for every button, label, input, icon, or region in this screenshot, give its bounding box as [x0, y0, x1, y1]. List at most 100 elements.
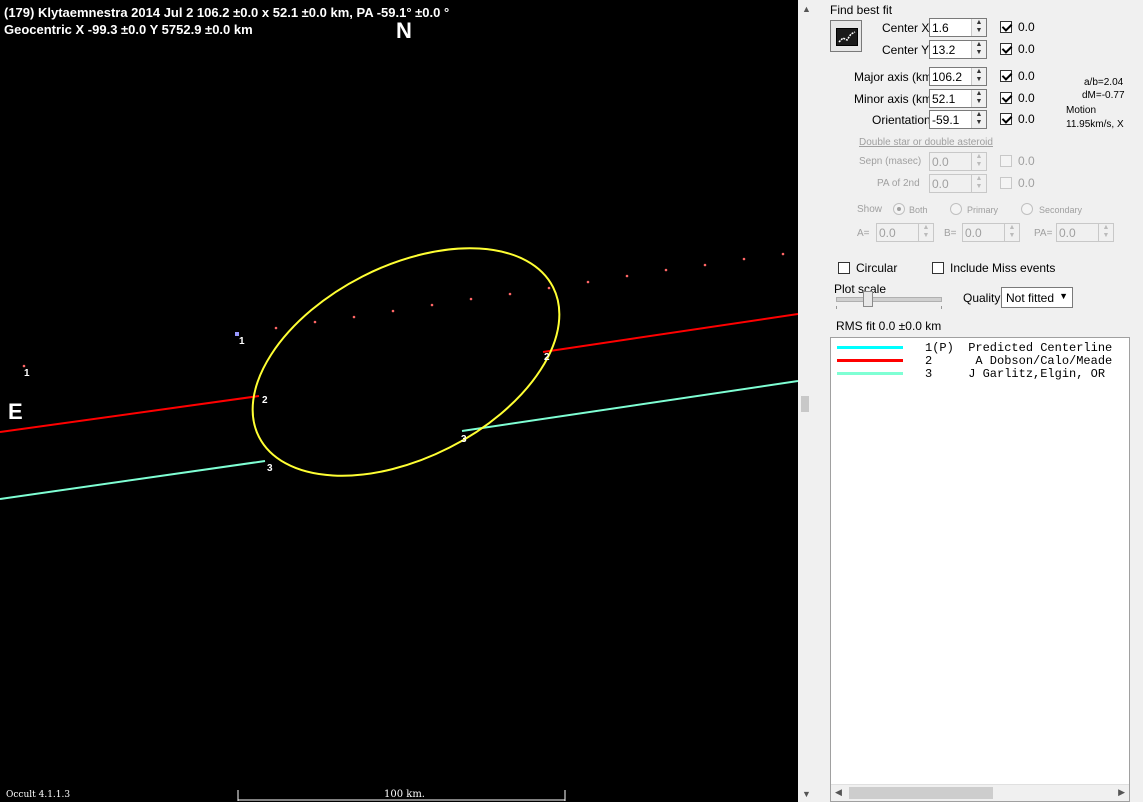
scroll-left-icon[interactable]: ◀ — [835, 787, 842, 798]
vertical-scrollbar[interactable]: ▲ ▼ — [798, 0, 816, 802]
major-axis-spinner[interactable]: ▲ ▼ — [971, 68, 986, 85]
occultation-plot[interactable]: (179) Klytaemnestra 2014 Jul 2 106.2 ±0.… — [0, 0, 798, 802]
pa-input[interactable]: 0.0 ▲ ▼ — [1056, 223, 1114, 242]
pa-2nd-input[interactable]: 0.0 ▲ ▼ — [929, 174, 987, 193]
show-label: Show — [857, 204, 883, 215]
center-x-spinner[interactable]: ▲ ▼ — [971, 19, 986, 36]
plot-canvas — [0, 247, 798, 801]
sepn-input[interactable]: 0.0 ▲ ▼ — [929, 152, 987, 171]
chevron-down-icon: ▼ — [1059, 291, 1068, 301]
chord-red — [0, 395, 260, 433]
fit-icon — [836, 28, 858, 46]
b-spinner[interactable]: ▲ ▼ — [1004, 224, 1019, 241]
pa-2nd-spinner[interactable]: ▲ ▼ — [971, 175, 986, 192]
path-dot — [586, 280, 590, 284]
orientation-label: Orientation — [872, 113, 931, 127]
east-label: E — [8, 399, 23, 424]
chord-cyan — [0, 460, 266, 500]
pa-2nd-label: PA of 2nd — [877, 178, 920, 189]
show-secondary-radio[interactable] — [1021, 203, 1033, 215]
circular-checkbox[interactable] — [838, 262, 850, 274]
circular-label: Circular — [856, 261, 898, 275]
horizontal-scrollbar[interactable]: ◀ ▶ — [831, 784, 1129, 801]
list-item[interactable]: 1(P) Predicted Centerline — [837, 341, 1129, 355]
minor-axis-input[interactable]: 52.1 ▲ ▼ — [929, 89, 987, 108]
hscroll-thumb[interactable] — [849, 787, 993, 799]
major-axis-label: Major axis (km) — [854, 70, 937, 84]
pa-2nd-checkbox[interactable] — [1000, 177, 1012, 189]
plot-scale-ticks — [836, 306, 942, 309]
list-item[interactable]: 2 A Dobson/Calo/Meade — [837, 354, 1129, 368]
motion-label: Motion — [1066, 105, 1097, 116]
plot-scale-thumb[interactable] — [863, 291, 873, 307]
path-dot — [742, 257, 746, 261]
minor-axis-spinner[interactable]: ▲ ▼ — [971, 90, 986, 107]
sepn-spinner[interactable]: ▲ ▼ — [971, 153, 986, 170]
center-y-spinner[interactable]: ▲ ▼ — [971, 41, 986, 58]
center-x-uncert: 0.0 — [1018, 20, 1035, 34]
path-dot — [625, 274, 629, 278]
north-label: N — [396, 18, 412, 43]
path-dot — [703, 263, 707, 267]
sepn-checkbox[interactable] — [1000, 155, 1012, 167]
point-label-2a: 2 — [262, 395, 268, 406]
plot-header-line1: (179) Klytaemnestra 2014 Jul 2 106.2 ±0.… — [4, 5, 450, 20]
center-y-label: Center Y — [882, 43, 930, 57]
list-item[interactable]: 3 J Garlitz,Elgin, OR — [837, 367, 1129, 381]
double-star-link[interactable]: Double star or double asteroid — [859, 137, 993, 148]
find-best-fit-label: Find best fit — [830, 3, 893, 17]
major-axis-checkbox[interactable] — [1000, 70, 1012, 82]
plot-header-line2: Geocentric X -99.3 ±0.0 Y 5752.9 ±0.0 km — [4, 22, 253, 37]
show-primary-radio[interactable] — [950, 203, 962, 215]
show-both-label: Both — [909, 205, 928, 215]
orientation-checkbox[interactable] — [1000, 113, 1012, 125]
include-miss-checkbox[interactable] — [932, 262, 944, 274]
center-y-checkbox[interactable] — [1000, 43, 1012, 55]
orientation-spinner[interactable]: ▲ ▼ — [971, 111, 986, 128]
center-y-uncert: 0.0 — [1018, 42, 1035, 56]
center-x-checkbox[interactable] — [1000, 21, 1012, 33]
path-dot — [469, 297, 473, 301]
show-both-radio[interactable] — [893, 203, 905, 215]
orientation-input[interactable]: -59.1 ▲ ▼ — [929, 110, 987, 129]
show-primary-label: Primary — [967, 205, 998, 215]
scroll-up-icon[interactable]: ▲ — [802, 4, 811, 14]
orientation-uncert: 0.0 — [1018, 112, 1035, 126]
pa-label: PA= — [1034, 228, 1053, 239]
rms-fit: RMS fit 0.0 ±0.0 km — [836, 319, 942, 333]
quality-select[interactable]: Not fitted ▼ — [1001, 287, 1073, 308]
predicted-path-dots — [22, 252, 785, 368]
show-secondary-label: Secondary — [1039, 205, 1083, 215]
minor-axis-label: Minor axis (km) — [854, 92, 937, 106]
major-axis-input[interactable]: 106.2 ▲ ▼ — [929, 67, 987, 86]
plot-scale-slider[interactable] — [836, 297, 942, 302]
observer-legend-list[interactable]: 1(P) Predicted Centerline 2 A Dobson/Cal… — [830, 337, 1130, 802]
a-spinner[interactable]: ▲ ▼ — [918, 224, 933, 241]
legend-swatch — [837, 359, 903, 362]
pa-spinner[interactable]: ▲ ▼ — [1098, 224, 1113, 241]
quality-label: Quality — [963, 291, 1001, 305]
legend-swatch — [837, 372, 903, 375]
point-label-1a: 1 — [24, 368, 30, 379]
path-dot — [352, 315, 356, 319]
point-label-3a: 3 — [267, 463, 273, 474]
find-best-fit-button[interactable] — [830, 20, 862, 52]
a-label: A= — [857, 228, 870, 239]
path-dot — [22, 364, 26, 368]
scroll-thumb[interactable] — [801, 396, 809, 412]
center-y-input[interactable]: 13.2 ▲ ▼ — [929, 40, 987, 59]
path-dot — [391, 309, 395, 313]
path-dot — [547, 286, 551, 290]
path-dot — [430, 303, 434, 307]
b-input[interactable]: 0.0 ▲ ▼ — [962, 223, 1020, 242]
scroll-down-icon[interactable]: ▼ — [802, 789, 811, 799]
scroll-right-icon[interactable]: ▶ — [1118, 787, 1125, 798]
minor-axis-checkbox[interactable] — [1000, 92, 1012, 104]
a-input[interactable]: 0.0 ▲ ▼ — [876, 223, 934, 242]
delta-magnitude: dM=-0.77 — [1082, 90, 1125, 101]
control-panel: Find best fit Center X 1.6 ▲ ▼ 0.0 Center… — [816, 0, 1143, 802]
scale-label: 100 km. — [384, 789, 425, 800]
asteroid-profile-ellipse — [251, 247, 561, 477]
plot-scale-label: Plot scale — [834, 282, 887, 296]
center-x-input[interactable]: 1.6 ▲ ▼ — [929, 18, 987, 37]
